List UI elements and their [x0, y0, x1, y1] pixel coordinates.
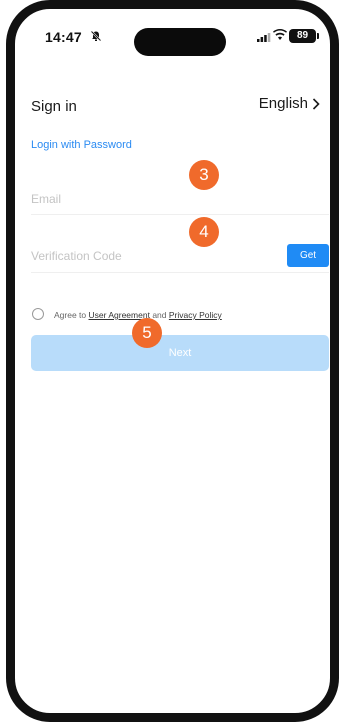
signal-icon — [257, 33, 271, 42]
wifi-icon — [273, 29, 287, 40]
dynamic-island — [134, 28, 226, 56]
header: Sign in English — [15, 91, 330, 117]
agree-and: and — [152, 310, 167, 320]
step-marker-5: 5 — [132, 318, 162, 348]
chevron-right-icon — [312, 97, 320, 110]
status-time: 14:47 — [45, 29, 82, 45]
get-code-button[interactable]: Get — [287, 244, 329, 267]
verification-code-field[interactable]: Verification Code Get — [31, 241, 329, 273]
email-placeholder: Email — [31, 192, 62, 206]
page-title: Sign in — [31, 98, 77, 115]
agreement-row: Agree to User Agreement and Privacy Poli… — [32, 307, 330, 323]
language-selector[interactable]: English — [259, 95, 320, 112]
email-field[interactable]: Email — [31, 184, 329, 215]
next-button[interactable]: Next — [31, 335, 329, 371]
bell-muted-icon — [90, 30, 102, 42]
step-marker-4: 4 — [189, 217, 219, 247]
status-bar: 14:47 89 — [15, 9, 330, 56]
verification-code-placeholder: Verification Code — [31, 249, 122, 263]
agreement-text: Agree to User Agreement and Privacy Poli… — [54, 310, 222, 320]
privacy-policy-link[interactable]: Privacy Policy — [169, 310, 222, 320]
phone-frame: 14:47 89 Sign in English Login with Pass… — [6, 0, 339, 722]
agree-prefix: Agree to — [54, 310, 87, 320]
language-label: English — [258, 95, 308, 112]
battery-tip — [317, 33, 319, 39]
battery-icon: 89 — [289, 29, 316, 43]
login-with-password-link[interactable]: Login with Password — [31, 139, 132, 151]
agree-radio[interactable] — [32, 308, 44, 320]
step-marker-3: 3 — [189, 160, 219, 190]
